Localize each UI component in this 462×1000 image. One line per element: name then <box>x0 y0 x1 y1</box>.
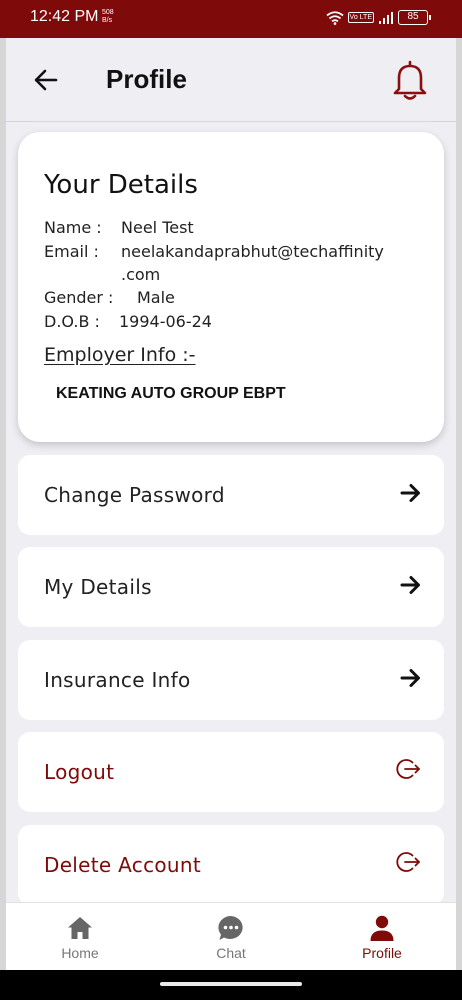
name-value: Neel Test <box>121 218 194 237</box>
network-speed-value: 508 <box>102 9 114 16</box>
nav-profile-label: Profile <box>362 945 402 961</box>
dob-row: D.O.B : 1994-06-24 <box>44 312 212 331</box>
menu-delete-account-label: Delete Account <box>44 853 202 877</box>
page-title: Profile <box>106 64 187 94</box>
app-bar: Profile <box>6 38 456 122</box>
email-label: Email : <box>44 242 99 261</box>
home-indicator[interactable] <box>160 982 302 986</box>
dob-value: 1994-06-24 <box>119 312 212 331</box>
gender-row: Gender : Male <box>44 288 175 307</box>
exit-icon <box>396 759 420 779</box>
details-card: Your Details Name : Neel Test Email : neel… <box>18 132 444 442</box>
network-speed-unit: B/s <box>102 17 113 24</box>
nav-chat[interactable]: Chat <box>181 913 281 961</box>
frame-right <box>456 38 462 970</box>
profile-content: Your Details Name : Neel Test Email : neel… <box>6 122 456 902</box>
bottom-navigation: Home Chat Profile <box>6 902 456 970</box>
gender-label: Gender : <box>44 288 114 307</box>
nav-chat-label: Chat <box>216 945 246 961</box>
user-icon <box>370 915 394 941</box>
battery-indicator: 85 <box>398 10 431 25</box>
arrow-right-icon <box>400 576 420 594</box>
network-speed: 508 B/s <box>102 9 114 25</box>
employer-info-label: Employer Info :- <box>44 344 196 366</box>
menu-my-details[interactable]: My Details <box>18 547 444 627</box>
chat-icon <box>218 915 243 940</box>
status-time: 12:42 PM <box>30 8 99 25</box>
exit-icon <box>396 852 420 872</box>
employer-name: KEATING AUTO GROUP EBPT <box>56 385 286 402</box>
nav-home[interactable]: Home <box>30 913 130 961</box>
menu-insurance-info[interactable]: Insurance Info <box>18 640 444 720</box>
arrow-right-icon <box>400 484 420 502</box>
email-value-continuation: .com <box>121 265 160 284</box>
gender-value: Male <box>137 288 175 307</box>
menu-logout-label: Logout <box>44 760 115 784</box>
wifi-icon <box>325 10 344 25</box>
name-label: Name : <box>44 218 102 237</box>
menu-delete-account[interactable]: Delete Account <box>18 825 444 902</box>
gesture-bar <box>0 970 462 1000</box>
menu-change-password-label: Change Password <box>44 483 225 507</box>
bell-icon[interactable] <box>390 58 430 102</box>
nav-profile[interactable]: Profile <box>332 913 432 961</box>
status-icons: Vo LTE 85 <box>325 10 431 25</box>
email-row: Email : neelakandaprabhut@techaffinity <box>44 242 384 261</box>
email-value: neelakandaprabhut@techaffinity <box>121 242 384 261</box>
name-row: Name : Neel Test <box>44 218 194 237</box>
signal-icon <box>379 11 393 24</box>
menu-change-password[interactable]: Change Password <box>18 455 444 535</box>
dob-label: D.O.B : <box>44 312 100 331</box>
arrow-right-icon <box>400 669 420 687</box>
arrow-left-icon[interactable] <box>30 64 62 96</box>
email-value-line2: .com <box>121 265 161 284</box>
volte-badge: Vo LTE <box>347 12 374 23</box>
status-bar: 12:42 PM 508 B/s Vo LTE 85 <box>0 0 462 38</box>
menu-insurance-info-label: Insurance Info <box>44 668 191 692</box>
menu-my-details-label: My Details <box>44 575 152 599</box>
nav-home-label: Home <box>61 945 99 961</box>
details-heading: Your Details <box>44 170 198 200</box>
menu-logout[interactable]: Logout <box>18 732 444 812</box>
home-icon <box>68 917 92 939</box>
